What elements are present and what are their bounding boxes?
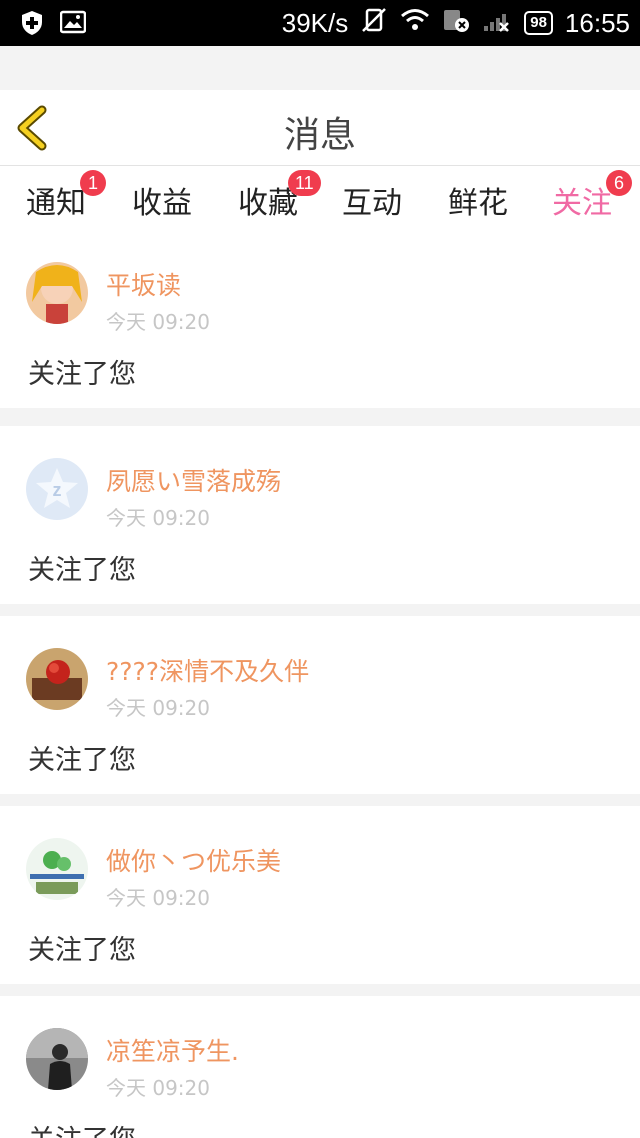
user-name[interactable]: ????深情不及久伴 (106, 652, 309, 688)
svg-text:z: z (53, 480, 62, 500)
user-name[interactable]: 做你丶つ优乐美 (106, 842, 281, 878)
tab-label: 收藏 (238, 186, 298, 221)
tab-bar: 通知 1 收益 收藏 11 互动 鲜花 关注 6 (0, 166, 640, 238)
message-text: 关注了您 (28, 359, 136, 390)
tab-interactions[interactable]: 互动 (342, 178, 402, 222)
top-app-bar: 消息 (0, 90, 640, 166)
tab-notifications[interactable]: 通知 1 (26, 170, 106, 222)
timestamp: 今天 09:20 (106, 506, 210, 530)
network-speed: 39K/s (281, 7, 349, 38)
user-name[interactable]: 平坂读 (106, 266, 181, 302)
status-bar: 39K/s 98 16:55 (0, 0, 640, 46)
tab-label: 关注 (552, 186, 612, 221)
avatar[interactable] (26, 838, 88, 900)
unread-badge: 11 (288, 170, 321, 196)
shield-plus-icon (20, 10, 44, 40)
image-icon (59, 10, 87, 40)
user-name[interactable]: 夙愿い雪落成殇 (106, 462, 281, 498)
clock: 16:55 (564, 7, 630, 38)
avatar[interactable] (26, 262, 88, 324)
list-item[interactable]: ????深情不及久伴 今天 09:20 关注了您 (0, 616, 640, 794)
list-item[interactable]: z 夙愿い雪落成殇 今天 09:20 关注了您 (0, 426, 640, 604)
list-item[interactable]: 做你丶つ优乐美 今天 09:20 关注了您 (0, 806, 640, 984)
timestamp: 今天 09:20 (106, 310, 210, 334)
tab-favorites[interactable]: 收藏 11 (238, 170, 321, 222)
avatar[interactable] (26, 648, 88, 710)
avatar[interactable] (26, 1028, 88, 1090)
timestamp: 今天 09:20 (106, 886, 210, 910)
tab-label: 通知 (26, 186, 86, 221)
unread-badge: 6 (606, 170, 632, 196)
signal-icon (482, 8, 512, 39)
list-item[interactable]: 平坂读 今天 09:20 关注了您 (0, 230, 640, 408)
sim-off-icon (442, 7, 470, 40)
avatar[interactable]: z (26, 458, 88, 520)
tab-label: 鲜花 (448, 186, 508, 221)
message-text: 关注了您 (28, 1118, 136, 1138)
list-item[interactable]: 凉笙凉予生. 今天 09:20 关注了您 (0, 996, 640, 1138)
tab-flowers[interactable]: 鲜花 (448, 178, 508, 222)
user-name[interactable]: 凉笙凉予生. (106, 1032, 239, 1068)
message-text: 关注了您 (28, 745, 136, 776)
page-title: 消息 (283, 115, 356, 156)
tab-earnings[interactable]: 收益 (132, 178, 192, 222)
timestamp: 今天 09:20 (106, 1076, 210, 1100)
message-text: 关注了您 (28, 935, 136, 966)
timestamp: 今天 09:20 (106, 696, 210, 720)
wifi-icon (400, 8, 430, 39)
tab-label: 互动 (342, 186, 402, 221)
tab-follows[interactable]: 关注 6 (552, 170, 632, 238)
vibrate-off-icon (360, 7, 388, 40)
unread-badge: 1 (80, 170, 106, 196)
message-text: 关注了您 (28, 555, 136, 586)
spacer (0, 46, 640, 90)
tab-label: 收益 (132, 186, 192, 221)
battery-level: 98 (524, 11, 553, 35)
